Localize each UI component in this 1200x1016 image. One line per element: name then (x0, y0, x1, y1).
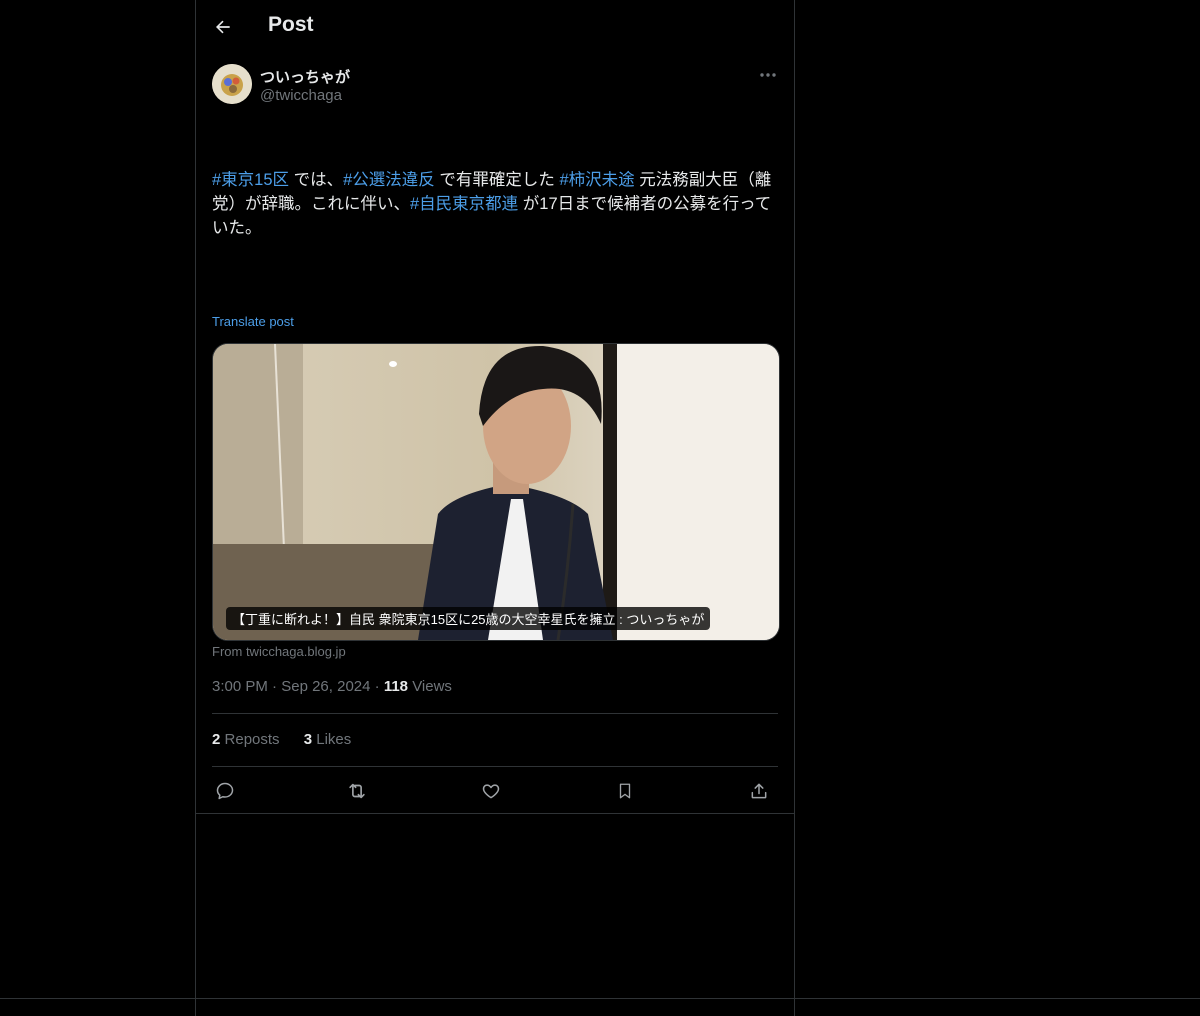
page-bottom-border (0, 998, 1200, 999)
avatar-image-icon (212, 64, 252, 104)
reposts-stat[interactable]: 2 Reposts (212, 731, 280, 748)
card-photo (213, 344, 779, 640)
post-time[interactable]: 3:00 PM (212, 678, 268, 695)
separator-dot: · (374, 678, 384, 695)
column-bottom-border (196, 813, 794, 814)
bookmark-icon (619, 783, 631, 799)
card-source[interactable]: From twicchaga.blog.jp (212, 644, 346, 659)
reply-button[interactable] (212, 778, 238, 804)
share-button[interactable] (746, 778, 772, 804)
page-title: Post (268, 13, 314, 36)
hashtag-link[interactable]: #東京15区 (212, 171, 289, 189)
like-icon (482, 784, 500, 799)
more-icon (760, 73, 776, 77)
translate-post-link[interactable]: Translate post (212, 314, 294, 329)
bookmark-button[interactable] (612, 778, 638, 804)
divider (212, 766, 778, 767)
post-paragraph-1: #東京15区 では、#公選法違反 で有罪確定した #柿沢未途 元法務副大臣（離党… (212, 168, 778, 240)
like-button[interactable] (478, 778, 504, 804)
hashtag-link[interactable]: #柿沢未途 (559, 171, 634, 189)
likes-count: 3 (303, 731, 313, 748)
post-text-run: で有罪確定した (434, 171, 560, 189)
more-options-button[interactable] (756, 66, 780, 84)
views-count: 118 (383, 678, 409, 695)
card-caption: 【丁重に断れよ！】自民 衆院東京15区に25歳の大空幸星氏を擁立 : ついっちゃ… (226, 607, 711, 630)
back-button[interactable] (208, 12, 238, 42)
hashtag-link[interactable]: #公選法違反 (343, 171, 435, 189)
action-bar (212, 778, 778, 804)
post-meta: 3:00 PM · Sep 26, 2024 · 118 Views (212, 678, 452, 695)
likes-label: Likes (316, 731, 352, 748)
avatar[interactable] (212, 64, 252, 104)
repost-button[interactable] (344, 778, 370, 804)
page-header: Post (196, 0, 794, 53)
post-text-run: では、 (289, 171, 344, 189)
reposts-count: 2 (212, 731, 221, 748)
back-arrow-icon (216, 20, 230, 34)
engagement-stats: 2 Reposts 3 Likes (212, 731, 371, 748)
repost-icon (349, 783, 365, 799)
author-display-name[interactable]: ついっちゃが (260, 66, 350, 87)
views-label: Views (412, 678, 452, 695)
hashtag-link[interactable]: #自民東京都連 (410, 195, 518, 213)
main-column: Post ついっちゃが @twicchaga #東京15区 では、#公選法違反 … (195, 0, 795, 1016)
link-card[interactable]: 【丁重に断れよ！】自民 衆院東京15区に25歳の大空幸星氏を擁立 : ついっちゃ… (212, 343, 780, 641)
separator-dot: · (272, 678, 282, 695)
reposts-label: Reposts (224, 731, 280, 748)
author-handle[interactable]: @twicchaga (260, 87, 342, 104)
divider (212, 713, 778, 714)
share-icon (751, 783, 767, 799)
reply-icon (216, 782, 234, 800)
post-date[interactable]: Sep 26, 2024 (281, 678, 370, 695)
likes-stat[interactable]: 3 Likes (304, 731, 352, 748)
